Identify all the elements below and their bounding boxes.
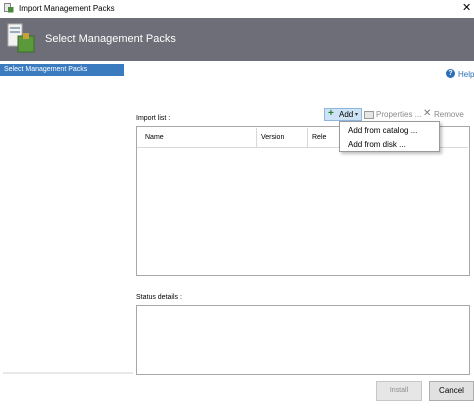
page-title: Select Management Packs: [45, 33, 176, 45]
menu-item-add-from-disk[interactable]: Add from disk ...: [348, 140, 406, 149]
column-header-version[interactable]: Version: [257, 128, 308, 148]
nav-divider: [3, 372, 133, 374]
properties-button[interactable]: Properties ...: [376, 110, 421, 119]
import-list-label: Import list :: [136, 115, 171, 122]
help-icon[interactable]: ?: [446, 69, 455, 78]
management-pack-wizard-icon: [7, 23, 35, 53]
close-icon[interactable]: ✕: [462, 1, 471, 14]
menu-item-add-from-catalog[interactable]: Add from catalog ...: [348, 126, 417, 135]
remove-button[interactable]: Remove: [434, 110, 464, 119]
status-details-label: Status details :: [136, 294, 182, 301]
help-link[interactable]: Help: [458, 70, 474, 79]
add-button-label[interactable]: Add: [339, 110, 353, 119]
chevron-down-icon[interactable]: ▾: [355, 111, 358, 118]
cancel-button[interactable]: Cancel: [429, 381, 474, 401]
window-title: Import Management Packs: [19, 4, 115, 13]
plus-icon: +: [328, 108, 334, 119]
column-header-name[interactable]: Name: [137, 128, 257, 148]
properties-icon: [364, 111, 374, 119]
nav-item-select-management-packs[interactable]: Select Management Packs: [0, 64, 124, 76]
management-pack-icon: [4, 3, 14, 13]
install-button[interactable]: Install: [376, 381, 422, 401]
remove-x-icon: ✕: [423, 108, 432, 119]
status-details-box: [136, 305, 470, 375]
